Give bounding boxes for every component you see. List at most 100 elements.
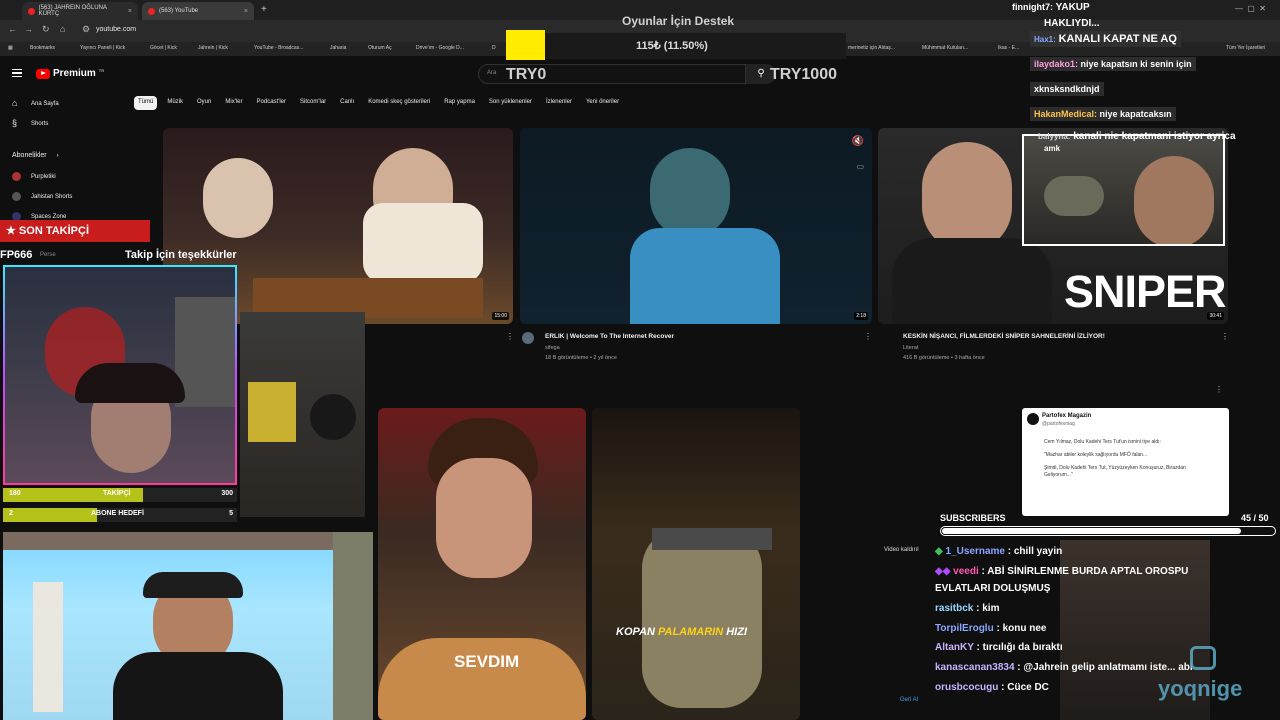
chat-message: TorpilEroglu : konu nee bbox=[935, 623, 1047, 634]
chip[interactable]: Müzik bbox=[163, 96, 187, 110]
bookmark-item[interactable]: Bookmarks bbox=[30, 45, 55, 51]
chat-text: : kim bbox=[976, 603, 1000, 614]
rope-shape bbox=[642, 528, 762, 708]
shirt-shape bbox=[113, 652, 283, 720]
chip[interactable]: Sitcom'lar bbox=[296, 96, 330, 110]
chip[interactable]: Komedi skeç gösterileri bbox=[364, 96, 434, 110]
chip[interactable]: Mix'ler bbox=[221, 96, 246, 110]
mute-icon[interactable]: 🔇 bbox=[852, 136, 864, 147]
chat-username: orusbcocugu bbox=[935, 682, 999, 693]
short-caption: SEVDIM bbox=[454, 652, 520, 671]
new-tab-button[interactable]: + bbox=[261, 4, 267, 15]
site-info-icon[interactable]: ⚙ bbox=[82, 24, 90, 35]
bookmark-item[interactable]: Mühimmat Kutuları... bbox=[922, 45, 968, 51]
tab-close-icon[interactable]: × bbox=[128, 8, 132, 15]
more-options-icon[interactable]: ⋮ bbox=[1215, 385, 1223, 394]
watermark-icon bbox=[1190, 646, 1216, 670]
poster-shape bbox=[248, 382, 296, 442]
chip[interactable]: Canlı bbox=[336, 96, 358, 110]
bookmark-item[interactable]: Tüm Yer İşaretleri bbox=[1226, 45, 1265, 51]
chat-username: HakanMedical: bbox=[1034, 109, 1098, 119]
chat-username: rasitbck bbox=[935, 603, 974, 614]
forward-icon[interactable]: → bbox=[24, 24, 33, 34]
shorts-icon: § bbox=[12, 118, 18, 128]
sidebar-item-channel[interactable]: Perse bbox=[40, 252, 56, 258]
sidebar-item-home[interactable]: ⌂ Ana Sayfa bbox=[12, 99, 59, 108]
short-thumbnail[interactable]: KOPAN PALAMARIN HIZI bbox=[592, 408, 800, 720]
bookmark-item[interactable]: YouTube - Broadcas... bbox=[254, 45, 303, 51]
sidebar-item-channel[interactable]: Purpletiki bbox=[12, 172, 56, 181]
chat-username: veedi bbox=[953, 566, 979, 577]
chat-text: KANALI KAPAT NE AQ bbox=[1058, 33, 1177, 45]
more-options-icon[interactable]: ⋮ bbox=[864, 332, 872, 341]
chat-message: amk bbox=[1044, 144, 1060, 153]
bookmark-item[interactable]: Göcet | Kick bbox=[150, 45, 177, 51]
chip[interactable]: İzlenenler bbox=[542, 96, 576, 110]
shirt-shape bbox=[630, 228, 780, 324]
hamburger-menu-icon[interactable] bbox=[12, 69, 22, 77]
tab-title: (563) YouTube bbox=[159, 8, 199, 14]
window-controls[interactable]: — ▢ ✕ bbox=[1235, 4, 1266, 13]
short-caption-group: KOPAN PALAMARIN HIZI bbox=[616, 626, 747, 638]
channel-name[interactable]: Literat bbox=[903, 345, 918, 351]
captions-icon[interactable]: ▭ bbox=[856, 162, 864, 171]
bookmark-item[interactable]: D bbox=[492, 45, 496, 51]
more-options-icon[interactable]: ⋮ bbox=[1221, 332, 1229, 341]
donation-goal-value: 115₺ (11.50%) bbox=[636, 40, 708, 52]
reload-icon[interactable]: ↻ bbox=[42, 24, 50, 35]
chat-badge-icon: ◆ bbox=[935, 546, 943, 557]
logo-country: TR bbox=[98, 68, 105, 73]
video-thumbnail-playing[interactable]: 🔇 ▭ 2:18 bbox=[520, 128, 872, 324]
channel-name[interactable]: sifega bbox=[545, 345, 560, 351]
chip[interactable]: Oyun bbox=[193, 96, 215, 110]
short-caption-word: PALAMARIN bbox=[657, 626, 724, 638]
subscriber-goal-current: 2 bbox=[9, 510, 13, 517]
chip[interactable]: Rap yapma bbox=[440, 96, 479, 110]
chat-username: AltanKY bbox=[935, 642, 974, 653]
chat-message: balyyna: kanali nie kapatmani istiyor ay… bbox=[1038, 131, 1236, 142]
chat-message: ◆ 1_Username : chill yayin bbox=[935, 546, 1062, 557]
undo-link[interactable]: Geri Al bbox=[900, 697, 918, 703]
sidebar-item-shorts[interactable]: § Shorts bbox=[12, 119, 48, 128]
bookmark-item[interactable]: Jahrein | Kick bbox=[198, 45, 228, 51]
url-field[interactable]: youtube.com bbox=[96, 26, 136, 33]
chip[interactable]: Son yüklenenler bbox=[485, 96, 536, 110]
youtube-logo[interactable]: Premium TR bbox=[36, 68, 104, 79]
bookmark-item[interactable]: Yayıncı Paneli | Kick bbox=[80, 45, 125, 51]
chat-username: kanascanan3834 bbox=[935, 662, 1015, 673]
home-icon[interactable]: ⌂ bbox=[60, 24, 65, 34]
sidebar-item-label: Abonelikler bbox=[12, 152, 47, 159]
follower-goal-current: 180 bbox=[9, 490, 21, 497]
video-removed-text: Video kaldırıl bbox=[884, 547, 919, 553]
sidebar-item-subscriptions[interactable]: Abonelikler › bbox=[12, 152, 59, 159]
channel-avatar[interactable] bbox=[522, 332, 534, 344]
back-icon[interactable]: ← bbox=[8, 24, 17, 34]
bookmark-item[interactable]: Ikas - E... bbox=[998, 45, 1019, 51]
chat-text: YAKUP bbox=[1055, 2, 1090, 13]
sidebar-item-label: Perse bbox=[40, 252, 56, 258]
chip[interactable]: Tümü bbox=[134, 96, 158, 110]
bookmark-item[interactable]: merinetiz için Alıtaş... bbox=[848, 45, 895, 51]
bookmark-item[interactable]: Drive'ım - Google D... bbox=[416, 45, 464, 51]
face-shape bbox=[1134, 156, 1214, 244]
more-options-icon[interactable]: ⋮ bbox=[506, 332, 514, 341]
video-title[interactable]: ERLIK | Welcome To The Internet Recover bbox=[545, 333, 674, 340]
chip[interactable]: Yeni öneriler bbox=[582, 96, 623, 110]
browser-tab-1[interactable]: (563) JAHREIN OĞLUNA KÜRTÇ × bbox=[22, 2, 138, 20]
channel-avatar bbox=[12, 172, 21, 181]
apps-icon[interactable]: ▦ bbox=[8, 45, 13, 51]
chip[interactable]: Podcast'ler bbox=[253, 96, 291, 110]
headphones-shape bbox=[143, 572, 243, 598]
shirt-shape bbox=[892, 238, 1052, 324]
tab-close-icon[interactable]: × bbox=[244, 8, 248, 15]
bookmark-item[interactable]: Jaharia bbox=[330, 45, 346, 51]
chat-text: : Cüce DC bbox=[1001, 682, 1049, 693]
bookmark-item[interactable]: Oturum Aç bbox=[368, 45, 392, 51]
chat-username: Hax1: bbox=[1034, 35, 1056, 44]
chat-text: niye kapatcaksın bbox=[1099, 109, 1172, 119]
record-shape bbox=[310, 394, 356, 440]
video-title[interactable]: KESKİN NİŞANCI, FİLMLERDEKİ SNİPER SAHNE… bbox=[903, 333, 1105, 340]
browser-tab-2[interactable]: (563) YouTube × bbox=[142, 2, 254, 20]
sidebar-item-channel[interactable]: Jahistan Shorts bbox=[12, 192, 72, 201]
short-thumbnail[interactable]: SEVDIM bbox=[378, 408, 586, 720]
